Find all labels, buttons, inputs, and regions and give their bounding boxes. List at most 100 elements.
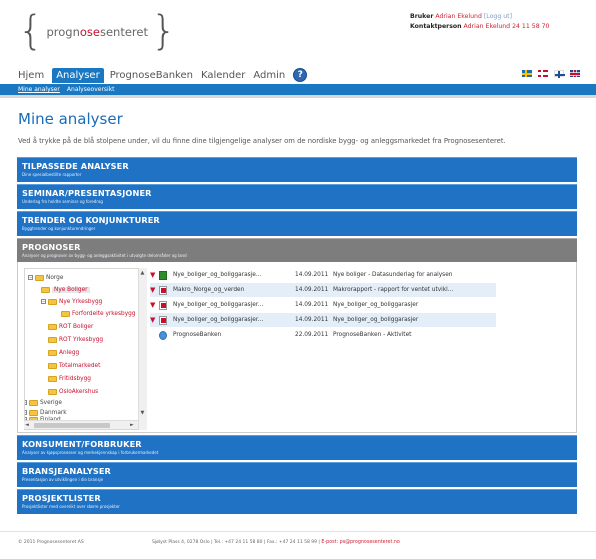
nav-hjem[interactable]: Hjem bbox=[18, 70, 44, 81]
folder-icon bbox=[29, 399, 38, 406]
nav-prognosebanken[interactable]: PrognoseBanken bbox=[110, 70, 193, 81]
logo-brace-left: { bbox=[18, 8, 44, 54]
footer: © 2011 Prognosesenteret AS Sjølyst Plass… bbox=[0, 531, 596, 559]
logo-text: prognosesenteret bbox=[46, 25, 148, 39]
expand-icon[interactable]: + bbox=[25, 410, 27, 415]
tree-node-osloakershus[interactable]: OsloAkershus bbox=[48, 387, 98, 396]
nav-admin[interactable]: Admin bbox=[253, 70, 285, 81]
pin-icon[interactable]: ▼ bbox=[150, 271, 159, 279]
file-row[interactable]: PrognoseBanken 22.09.2011 PrognoseBanken… bbox=[150, 328, 496, 342]
tree-node-anlegg[interactable]: Anlegg bbox=[48, 348, 79, 357]
top-navigation: Hjem Analyser PrognoseBanken Kalender Ad… bbox=[18, 66, 308, 84]
folder-tree: − Norge Nye Boliger − Nye Yrkesbygg Forfor… bbox=[24, 268, 147, 430]
page-title: Mine analyser bbox=[18, 110, 123, 128]
pin-icon[interactable]: ▼ bbox=[150, 301, 159, 309]
file-name[interactable]: Nye_boliger_og_boliggarasje... bbox=[173, 272, 295, 278]
pdf-icon bbox=[159, 315, 167, 325]
section-seminar-presentasjoner[interactable]: SEMINAR/PRESENTASJONER Underlag fra hold… bbox=[17, 184, 577, 209]
file-date: 14.09.2011 bbox=[295, 272, 329, 278]
file-row[interactable]: ▼ Nye_boliger_og_boliggarasjer... 14.09.… bbox=[150, 298, 496, 312]
file-desc: Makrorapport - rapport for ventet utvikl… bbox=[333, 287, 454, 293]
sub-navigation: Mine analyser Analyseoversikt bbox=[0, 84, 596, 95]
pdf-icon bbox=[159, 300, 167, 310]
subnav-analyseoversikt[interactable]: Analyseoversikt bbox=[67, 86, 115, 93]
page-intro: Ved å trykke på de blå stolpene under, v… bbox=[18, 137, 506, 145]
tree-node-nye-yrkesbygg[interactable]: − Nye Yrkesbygg bbox=[41, 297, 102, 306]
section-desc: Byggtrender og konjunkturendringer bbox=[22, 226, 96, 231]
file-name[interactable]: Makro_Norge_og_verden bbox=[173, 287, 295, 293]
tree-node-rot-yrkesbygg[interactable]: ROT Yrkesbygg bbox=[48, 335, 103, 344]
file-name[interactable]: PrognoseBanken bbox=[173, 332, 295, 338]
tree-node-norge[interactable]: − Norge bbox=[28, 273, 63, 282]
scroll-up-icon[interactable]: ▲ bbox=[141, 270, 145, 276]
section-tilpassede-analyser[interactable]: TILPASSEDE ANALYSER Dine spesialbestilte… bbox=[17, 157, 577, 182]
pin-icon[interactable]: ▼ bbox=[150, 286, 159, 294]
collapse-icon[interactable]: − bbox=[41, 299, 46, 304]
footer-copyright: © 2011 Prognosesenteret AS bbox=[18, 540, 84, 545]
file-row[interactable]: ▼ Makro_Norge_og_verden 14.09.2011 Makro… bbox=[150, 283, 496, 297]
section-trender-konjunkturer[interactable]: TRENDER OG KONJUNKTURER Byggtrender og k… bbox=[17, 211, 577, 236]
pin-icon[interactable]: ▼ bbox=[150, 316, 159, 324]
section-title: KONSUMENT/FORBRUKER bbox=[22, 439, 142, 449]
uk-flag-icon[interactable] bbox=[570, 70, 580, 77]
file-row[interactable]: ▼ Nye_boliger_og_boliggarasje... 14.09.2… bbox=[150, 268, 496, 282]
folder-icon bbox=[48, 323, 57, 330]
sweden-flag-icon[interactable] bbox=[522, 70, 532, 77]
folder-icon bbox=[35, 274, 44, 281]
file-desc: Nye boliger - Datasunderlag for analysen bbox=[333, 272, 453, 278]
section-desc: Dine spesialbestilte rapporter bbox=[22, 172, 82, 177]
section-title: BRANSJEANALYSER bbox=[22, 466, 111, 476]
section-title: TRENDER OG KONJUNKTURER bbox=[22, 215, 160, 225]
expand-icon[interactable]: + bbox=[25, 400, 27, 405]
file-row[interactable]: ▼ Nye_boliger_og_boliggarasjer... 14.09.… bbox=[150, 313, 496, 327]
subnav-mine-analyser[interactable]: Mine analyser bbox=[18, 86, 60, 93]
folder-icon bbox=[48, 336, 57, 343]
file-date: 14.09.2011 bbox=[295, 287, 329, 293]
tree-vertical-scrollbar[interactable]: ▲ ▼ bbox=[138, 268, 147, 430]
contact-person: Adrian Ekelund 24 11 58 70 bbox=[463, 23, 550, 30]
scrollbar-thumb[interactable] bbox=[34, 423, 110, 428]
section-title: PROSJEKTLISTER bbox=[22, 493, 101, 503]
divider bbox=[0, 95, 596, 98]
section-konsument-forbruker[interactable]: KONSUMENT/FORBRUKER Analyser av kjøpspro… bbox=[17, 435, 577, 460]
logo[interactable]: { prognosesenteret } bbox=[18, 10, 176, 52]
tree-node-fritidsbygg[interactable]: Fritidsbygg bbox=[48, 374, 91, 383]
scroll-right-icon[interactable]: ► bbox=[130, 422, 134, 428]
prognoser-panel: − Norge Nye Boliger − Nye Yrkesbygg Forfor… bbox=[17, 262, 577, 433]
section-bransjeanalyser[interactable]: BRANSJEANALYSER Presentasjon av utviklin… bbox=[17, 462, 577, 487]
finland-flag-icon[interactable] bbox=[554, 70, 565, 78]
folder-icon bbox=[48, 388, 57, 395]
tree-horizontal-scrollbar[interactable]: ◄ ► bbox=[24, 420, 138, 429]
collapse-icon[interactable]: − bbox=[28, 275, 33, 280]
folder-icon bbox=[29, 409, 38, 416]
tree-node-totalmarkedet[interactable]: Totalmarkedet bbox=[48, 361, 100, 370]
section-desc: Prosjektlister med oversikt over større … bbox=[22, 504, 120, 509]
section-prosjektlister[interactable]: PROSJEKTLISTER Prosjektlister med oversi… bbox=[17, 489, 577, 514]
scroll-down-icon[interactable]: ▼ bbox=[141, 410, 145, 416]
file-name[interactable]: Nye_boliger_og_boliggarasjer... bbox=[173, 317, 295, 323]
footer-email[interactable]: E-post: ps@prognosesenteret.no bbox=[321, 540, 399, 545]
user-name: Adrian Ekelund bbox=[435, 13, 482, 20]
scroll-left-icon[interactable]: ◄ bbox=[25, 422, 29, 428]
section-desc: Analyser og prognoser av bygg- og anlegg… bbox=[22, 253, 187, 258]
xls-icon bbox=[159, 270, 167, 280]
file-name[interactable]: Nye_boliger_og_boliggarasjer... bbox=[173, 302, 295, 308]
help-icon[interactable]: ? bbox=[293, 68, 308, 82]
logout-link[interactable]: [Logg ut] bbox=[484, 13, 512, 20]
tree-node-forfordelte-yrkesbygg[interactable]: Forfordelte yrkesbygg bbox=[61, 309, 136, 318]
section-prognoser[interactable]: PROGNOSER Analyser og prognoser av bygg-… bbox=[17, 238, 577, 263]
tree-node-nye-boliger[interactable]: Nye Boliger bbox=[41, 285, 90, 294]
section-desc: Presentasjon av utviklingen i din bransj… bbox=[22, 477, 104, 482]
norway-flag-icon[interactable] bbox=[538, 70, 548, 77]
folder-icon bbox=[48, 375, 57, 382]
web-icon bbox=[159, 330, 167, 340]
tree-node-sverige[interactable]: +Sverige bbox=[25, 398, 62, 407]
folder-icon bbox=[61, 310, 70, 317]
file-date: 14.09.2011 bbox=[295, 317, 329, 323]
section-desc: Underlag fra holdte seminar og foredrag bbox=[22, 199, 103, 204]
nav-kalender[interactable]: Kalender bbox=[201, 70, 245, 81]
nav-analyser[interactable]: Analyser bbox=[52, 67, 104, 83]
tree-node-rot-boliger[interactable]: ROT Boliger bbox=[48, 322, 93, 331]
section-title: SEMINAR/PRESENTASJONER bbox=[22, 188, 152, 198]
folder-icon bbox=[48, 362, 57, 369]
